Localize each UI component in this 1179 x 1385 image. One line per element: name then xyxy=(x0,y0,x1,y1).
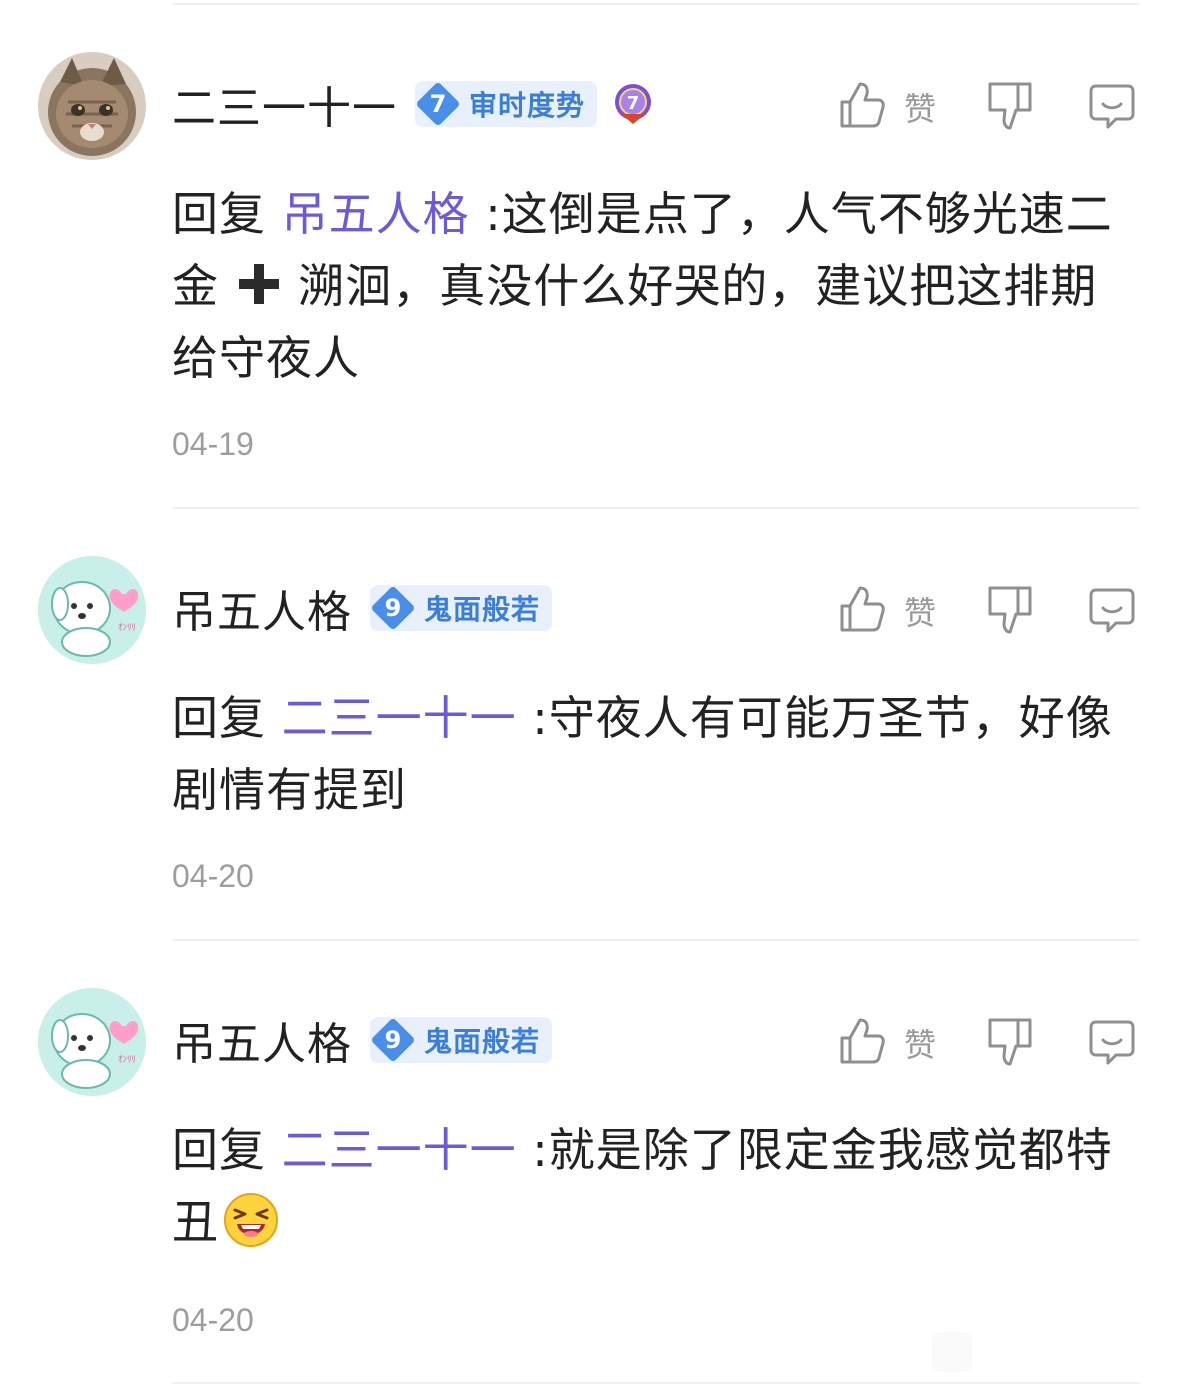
like-label[interactable]: 赞 xyxy=(904,1020,936,1066)
thumbs-down-icon[interactable] xyxy=(986,584,1034,636)
thumbs-up-icon[interactable] xyxy=(838,1016,886,1066)
comment-actions: 赞 xyxy=(838,580,1138,640)
comment-actions: 赞 xyxy=(838,76,1138,136)
thumbs-up-icon[interactable] xyxy=(838,80,886,130)
comment-body-part2: 溯洄，真没什么好哭的，建议把这排期给守夜人 xyxy=(172,259,1098,385)
like-label[interactable]: 赞 xyxy=(904,588,936,634)
svg-text:7: 7 xyxy=(627,93,640,114)
username[interactable]: 吊五人格 xyxy=(172,1008,352,1072)
separator: : xyxy=(532,1123,549,1177)
level-title: 审时度势 xyxy=(469,89,586,122)
level-title: 鬼面般若 xyxy=(424,1025,541,1058)
thumbs-down-icon[interactable] xyxy=(986,1016,1034,1068)
pochacco-avatar-icon: ｵﾝﾘﾘ xyxy=(38,556,146,664)
thumbs-down-icon[interactable] xyxy=(986,80,1034,132)
laughing-emoji-icon xyxy=(224,1193,278,1247)
level-badge[interactable]: 7 审时度势 xyxy=(415,81,598,127)
mention-link[interactable]: 二三一十一 xyxy=(282,1123,517,1177)
avatar[interactable]: ｵﾝﾘﾘ xyxy=(38,988,146,1096)
reply-prefix: 回复 xyxy=(172,1123,266,1177)
level-badge[interactable]: 9 鬼面般若 xyxy=(370,585,553,631)
level-number: 9 xyxy=(384,1026,402,1054)
reply-comment-icon[interactable] xyxy=(1088,586,1136,634)
username[interactable]: 二三一十一 xyxy=(172,72,397,136)
top-divider xyxy=(172,3,1140,5)
heavy-plus-emoji-icon xyxy=(238,264,279,304)
comment-text[interactable]: 回复 吊五人格 :这倒是点了，人气不够光速二金 溯洄，真没什么好哭的，建议把这排… xyxy=(172,178,1142,394)
comment-divider xyxy=(172,507,1140,509)
user-row: 二三一十一 7 审时度势 7 xyxy=(172,74,655,134)
comment-actions: 赞 xyxy=(838,1012,1138,1072)
level-diamond-icon: 9 xyxy=(370,1017,416,1063)
username[interactable]: 吊五人格 xyxy=(172,576,352,640)
bottom-divider xyxy=(172,1382,1140,1384)
comment-item: 二三一十一 7 审时度势 7 赞 回复 吊五人格 :这倒是点了，人气不够光速二金… xyxy=(0,52,1179,492)
level-diamond-icon: 9 xyxy=(370,585,416,631)
avatar[interactable] xyxy=(38,52,146,160)
mention-link[interactable]: 吊五人格 xyxy=(282,187,470,241)
medal-icon[interactable]: 7 xyxy=(611,82,655,126)
reply-prefix: 回复 xyxy=(172,691,266,745)
user-row: 吊五人格 9 鬼面般若 xyxy=(172,576,553,640)
separator: : xyxy=(532,691,549,745)
svg-text:ｵﾝﾘﾘ: ｵﾝﾘﾘ xyxy=(118,622,136,633)
thumbs-up-icon[interactable] xyxy=(838,584,886,634)
level-diamond-icon: 7 xyxy=(415,81,461,127)
comment-divider xyxy=(172,939,1140,941)
floating-action-button[interactable] xyxy=(932,1332,972,1372)
reply-comment-icon[interactable] xyxy=(1088,82,1136,130)
comment-item: ｵﾝﾘﾘ 吊五人格 9 鬼面般若 赞 回复 二三一十一 :就是除了限定金我感觉都… xyxy=(0,988,1179,1378)
pochacco-avatar-icon: ｵﾝﾘﾘ xyxy=(38,988,146,1096)
like-label[interactable]: 赞 xyxy=(904,84,936,130)
comment-text[interactable]: 回复 二三一十一 :守夜人有可能万圣节，好像剧情有提到 xyxy=(172,682,1142,826)
comment-text[interactable]: 回复 二三一十一 :就是除了限定金我感觉都特丑 xyxy=(172,1114,1142,1258)
level-title: 鬼面般若 xyxy=(424,593,541,626)
comment-time: 04-19 xyxy=(172,426,254,462)
cat-photo-avatar-icon xyxy=(38,52,146,160)
mention-link[interactable]: 二三一十一 xyxy=(282,691,517,745)
reply-prefix: 回复 xyxy=(172,187,266,241)
user-row: 吊五人格 9 鬼面般若 xyxy=(172,1008,553,1072)
reply-comment-icon[interactable] xyxy=(1088,1018,1136,1066)
level-number: 7 xyxy=(429,90,447,118)
comment-time: 04-20 xyxy=(172,1302,254,1338)
level-number: 9 xyxy=(384,594,402,622)
avatar[interactable]: ｵﾝﾘﾘ xyxy=(38,556,146,664)
comment-time: 04-20 xyxy=(172,858,254,894)
level-badge[interactable]: 9 鬼面般若 xyxy=(370,1017,553,1063)
svg-text:ｵﾝﾘﾘ: ｵﾝﾘﾘ xyxy=(118,1054,136,1065)
separator: : xyxy=(485,187,502,241)
comment-item: ｵﾝﾘﾘ 吊五人格 9 鬼面般若 赞 回复 二三一十一 :守夜人有可能万圣节，好… xyxy=(0,556,1179,926)
